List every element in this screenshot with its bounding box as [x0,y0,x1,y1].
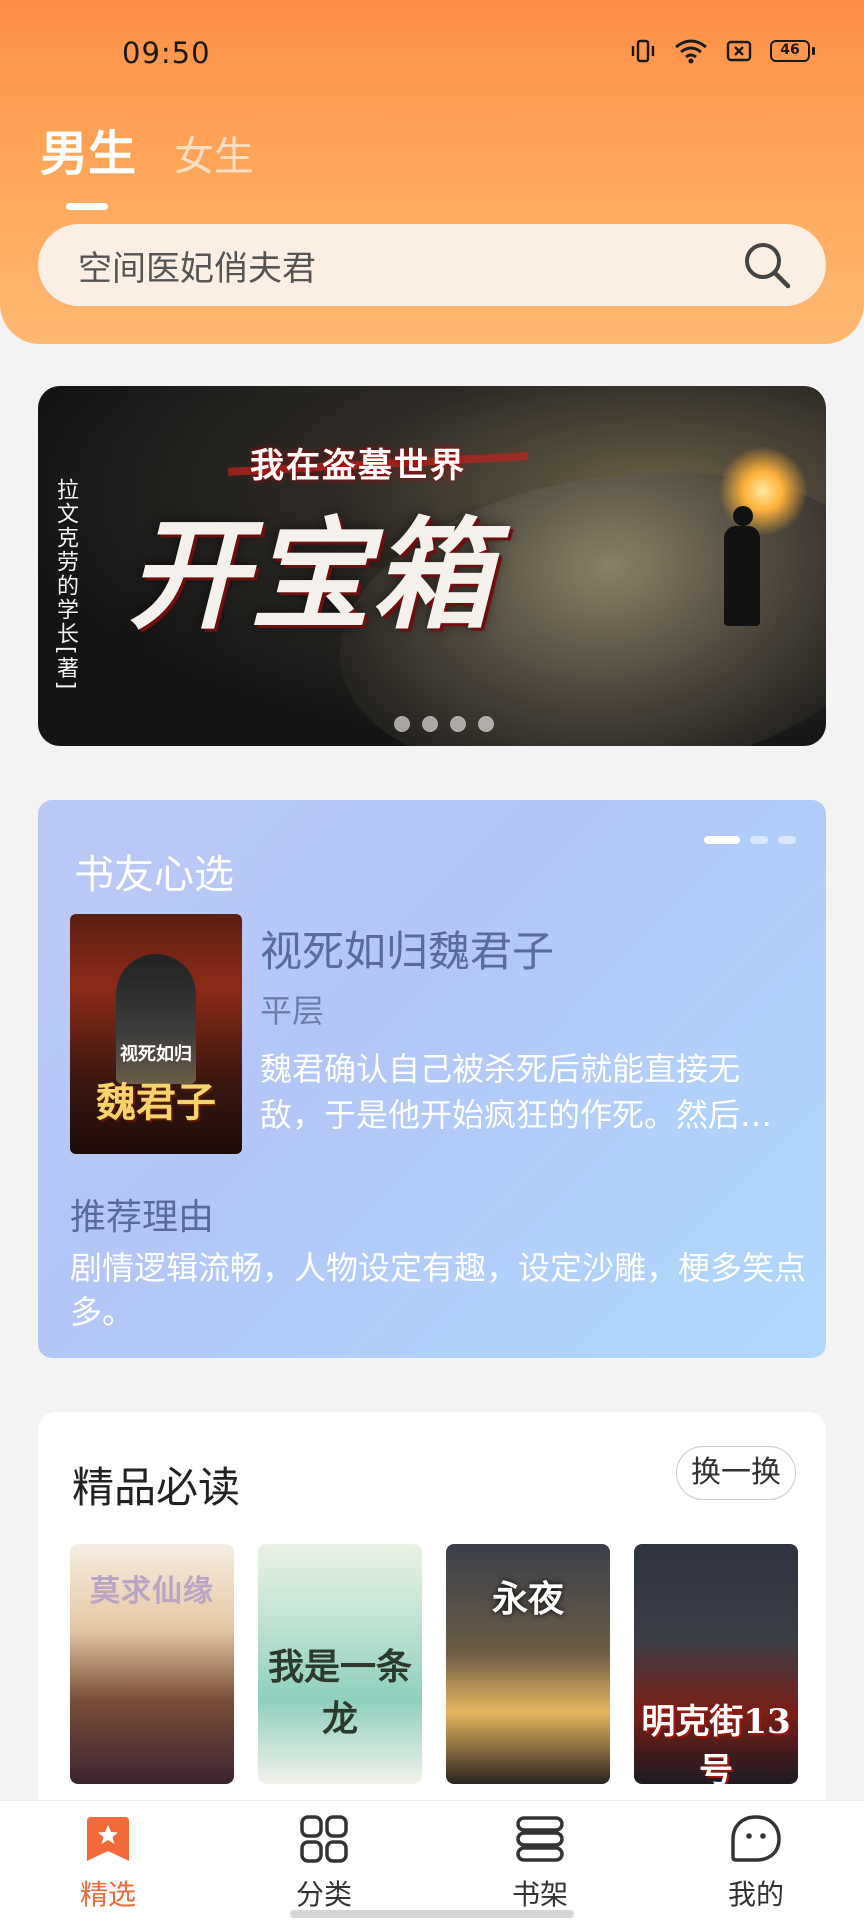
search-icon[interactable] [740,238,794,292]
picks-section-title: 书友心选 [74,852,234,898]
status-time: 09:50 [122,36,211,70]
pagination-dot [478,716,494,732]
tab-male[interactable]: 男生 [40,114,136,210]
nav-label: 分类 [295,1878,352,1911]
banner-figure [724,506,760,626]
home-indicator[interactable] [290,1910,574,1918]
nav-item-category[interactable]: 分类 [216,1801,432,1920]
header: 09:50 46 男生 女生 空间医妃俏夫君 [0,0,864,344]
status-icons: 46 [630,38,815,64]
book-cover-title: 我是一条龙 [267,1646,412,1740]
wifi-icon [675,39,707,64]
pick-description: 魏君确认自己被杀死后就能直接无敌，于是他开始疯狂的作死。然后… [260,1050,773,1134]
grid-icon [300,1815,348,1863]
bottom-nav: 精选 分类 书架 我的 [0,1800,864,1920]
picks-pagination [704,836,796,844]
pagination-dot [394,716,410,732]
pick-reason-title: 推荐理由 [70,1197,215,1238]
torch-glow [718,446,808,536]
pagination-dot [450,716,466,732]
banner-pagination [394,716,494,732]
bookmark-star-icon [87,1817,129,1861]
book-cover[interactable]: 莫求仙缘 [70,1544,234,1784]
nav-item-featured[interactable]: 精选 [0,1801,216,1920]
book-row: 莫求仙缘 我是一条龙 永夜 明克街13号 [70,1544,798,1784]
book-cover-title: 永夜 [491,1578,564,1620]
pagination-dot-active [704,836,740,844]
readers-pick-card[interactable]: 书友心选 视死如归 魏君子 视死如归魏君子 平层 魏君确认自己被杀死后就能直接无… [38,800,826,1358]
search-bar[interactable]: 空间医妃俏夫君 [38,224,826,306]
book-cover[interactable]: 永夜 [446,1544,610,1784]
cover-title-text: 魏君子 [96,1079,216,1126]
banner-author: 拉文克劳的学长[著] [53,478,78,692]
pick-book-cover[interactable]: 视死如归 魏君子 [70,914,242,1154]
vibrate-icon [631,39,655,63]
book-cover[interactable]: 我是一条龙 [258,1544,422,1784]
cover-top-text: 视死如归 [120,1044,192,1065]
search-input[interactable]: 空间医妃俏夫君 [78,241,740,290]
nav-item-bookshelf[interactable]: 书架 [432,1801,648,1920]
nav-item-profile[interactable]: 我的 [648,1801,864,1920]
promo-banner[interactable]: 我在盗墓世界 开宝箱 拉文克劳的学长[著] [38,386,826,746]
pagination-dot [422,716,438,732]
bookshelf-icon [516,1816,564,1862]
profile-face-icon [731,1815,781,1862]
nav-label: 精选 [79,1878,136,1911]
pick-book-title[interactable]: 视死如归魏君子 [260,918,554,979]
pagination-dot [750,836,768,844]
battery-icon: 46 [770,40,815,62]
pagination-dot [778,836,796,844]
pick-reason: 剧情逻辑流畅，人物设定有趣，设定沙雕，梗多笑点多。 [70,1249,807,1331]
sim-icon [726,40,752,62]
book-cover-title: 莫求仙缘 [90,1574,214,1609]
banner-title: 开宝箱 [128,505,494,646]
pick-author: 平层 [260,992,325,1030]
book-cover-title: 明克街13号 [641,1702,791,1784]
nav-label: 我的 [727,1878,784,1911]
book-cover[interactable]: 明克街13号 [634,1544,798,1784]
refresh-button[interactable]: 换一换 [676,1446,796,1500]
status-bar: 09:50 46 [0,0,864,110]
gender-tabs: 男生 女生 [40,114,254,210]
must-read-title: 精品必读 [72,1463,241,1512]
tab-female[interactable]: 女生 [174,124,254,182]
nav-label: 书架 [511,1878,568,1911]
